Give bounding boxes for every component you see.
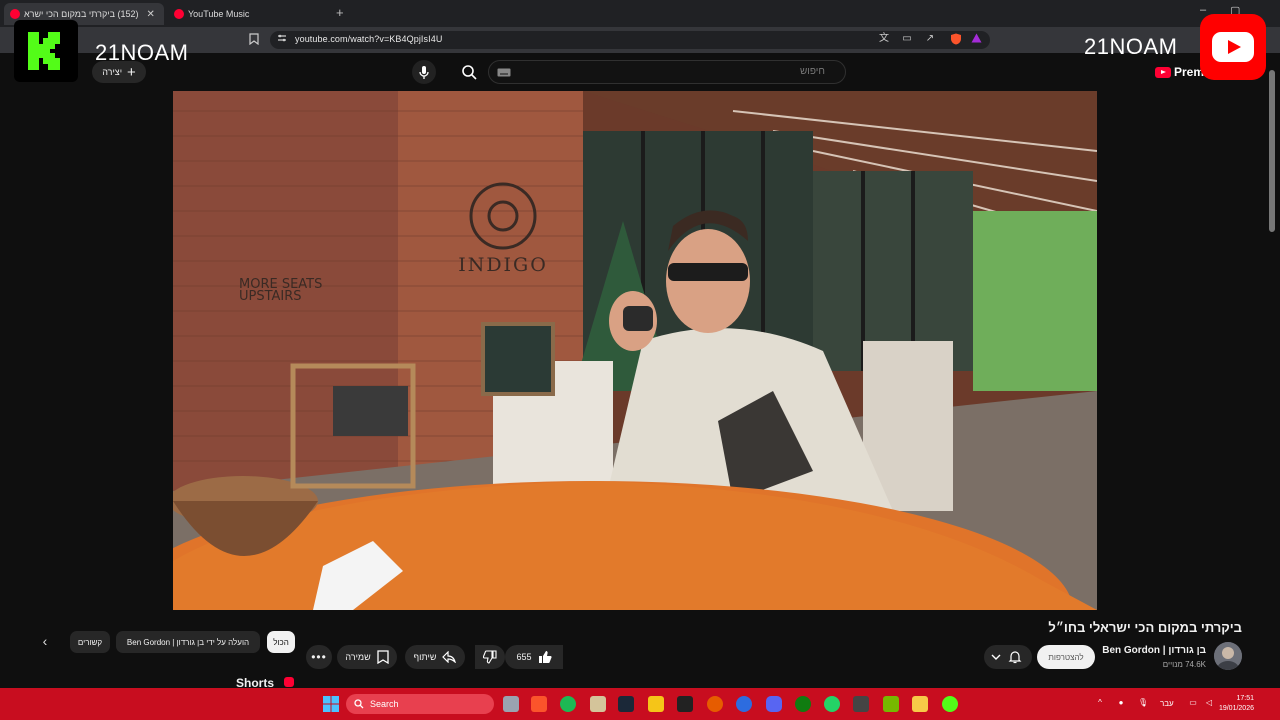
clock-time: 17:51 <box>1236 695 1254 702</box>
xbox-icon[interactable] <box>795 696 811 712</box>
rockstar-icon[interactable] <box>648 696 664 712</box>
keyboard-icon[interactable] <box>497 68 511 77</box>
discord-icon[interactable] <box>766 696 782 712</box>
tray-app-icon[interactable]: ● <box>1116 698 1126 708</box>
brave-shield-icon[interactable] <box>949 33 963 45</box>
thumbs-up-icon <box>538 651 552 663</box>
scrollbar-thumb[interactable] <box>1269 70 1275 232</box>
steam-icon[interactable] <box>618 696 634 712</box>
spotify-icon[interactable] <box>560 696 576 712</box>
whatsapp-icon[interactable] <box>824 696 840 712</box>
url-text: youtube.com/watch?v=KB4QpjIsI4U <box>295 34 443 44</box>
plus-icon: + <box>127 63 136 81</box>
share-button[interactable]: שיתוף <box>405 645 465 669</box>
app-icon[interactable] <box>590 696 606 712</box>
task-view-icon[interactable] <box>503 696 519 712</box>
more-actions-button[interactable]: ••• <box>306 645 332 669</box>
share-page-icon[interactable]: ↗ <box>924 33 936 45</box>
save-button[interactable]: שמירה <box>337 645 397 669</box>
notifications-button[interactable] <box>984 645 1032 669</box>
bookmark-icon[interactable] <box>248 33 260 46</box>
taskbar-search-label: Search <box>370 699 399 709</box>
chevron-down-icon <box>991 654 1001 660</box>
bell-icon <box>1008 651 1022 664</box>
app-icon[interactable] <box>942 696 958 712</box>
microphone-icon[interactable]: 🎙 <box>1138 698 1148 708</box>
dislike-button[interactable] <box>475 645 505 669</box>
channel-avatar[interactable] <box>1214 642 1242 670</box>
brave-icon[interactable] <box>531 696 547 712</box>
video-frame: INDIGO MORE SEATS UPSTAIRS <box>173 91 1097 610</box>
chevron-left-icon[interactable]: ‹ <box>36 633 54 653</box>
chip-all[interactable]: הכול <box>267 631 295 653</box>
video-title: ביקרתי במקום הכי ישראלי בחו״ל <box>1048 620 1242 635</box>
seats-sign-line2: UPSTAIRS <box>239 289 302 304</box>
search-button[interactable] <box>455 60 483 84</box>
youtube-logo-icon <box>1155 66 1171 78</box>
thumbs-down-icon <box>483 650 497 664</box>
search-icon <box>462 65 477 80</box>
subscribe-button[interactable]: להצטרפות <box>1037 645 1095 669</box>
tab-title: (152) ביקרתי במקום הכי ישרא <box>24 9 139 19</box>
new-tab-button[interactable]: + <box>336 5 344 20</box>
share-arrow-icon <box>442 651 457 663</box>
file-explorer-icon[interactable] <box>912 696 928 712</box>
indigo-sign-text: INDIGO <box>458 254 548 276</box>
youtube-logo-overlay <box>1200 14 1266 80</box>
clock[interactable]: 17:51 19/01/2026 <box>1219 694 1254 714</box>
app-icon[interactable] <box>736 696 752 712</box>
windows-start-icon[interactable] <box>323 696 339 717</box>
browser-tab-strip: (152) ביקרתי במקום הכי ישרא ✕ YouTube Mu… <box>0 0 1280 27</box>
taskbar-search[interactable]: Search <box>346 694 494 714</box>
minimize-icon[interactable]: – <box>1200 4 1206 16</box>
volume-icon[interactable]: ◁ <box>1204 698 1214 708</box>
network-icon[interactable]: ▭ <box>1188 698 1198 708</box>
chip-related[interactable]: קשורים <box>70 631 110 653</box>
search-input[interactable] <box>488 60 846 84</box>
chevron-up-icon[interactable]: ^ <box>1095 698 1105 708</box>
save-label: שמירה <box>345 652 371 662</box>
site-info-icon[interactable] <box>276 33 288 45</box>
epic-games-icon[interactable] <box>677 696 693 712</box>
kick-logo <box>14 20 78 82</box>
youtube-favicon-icon <box>10 9 20 19</box>
input-language[interactable]: עבר <box>1160 699 1174 708</box>
like-button[interactable]: 655 <box>505 645 563 669</box>
nvidia-icon[interactable] <box>883 696 899 712</box>
streamer-handle-right: 21NOAM <box>1084 34 1178 59</box>
app-icon[interactable] <box>853 696 869 712</box>
voice-search-button[interactable] <box>412 60 436 84</box>
translate-icon[interactable]: 文 <box>878 33 890 45</box>
brave-rewards-icon[interactable] <box>970 33 982 45</box>
video-player[interactable]: INDIGO MORE SEATS UPSTAIRS <box>173 91 1097 610</box>
microphone-icon <box>419 66 429 79</box>
tab-title: YouTube Music <box>188 9 250 19</box>
cast-icon[interactable]: ▭ <box>901 33 913 45</box>
channel-name[interactable]: בן גורדון | Ben Gordon <box>1102 645 1206 656</box>
chip-uploaded-by[interactable]: הועלה על ידי בן גורדון | Ben Gordon <box>116 631 260 653</box>
shorts-icon <box>284 677 294 687</box>
more-horizontal-icon: ••• <box>311 650 327 664</box>
app-icon[interactable] <box>707 696 723 712</box>
create-label: יצירה <box>102 67 123 77</box>
share-label: שיתוף <box>413 652 437 662</box>
search-placeholder: חיפוש <box>800 66 825 77</box>
close-tab-icon[interactable]: ✕ <box>147 9 155 20</box>
windows-taskbar <box>0 688 1280 720</box>
clock-date: 19/01/2026 <box>1218 705 1254 712</box>
search-icon <box>354 699 364 709</box>
subscriber-count: 74.6K מנויים <box>1162 660 1206 669</box>
youtube-music-favicon-icon <box>174 9 184 19</box>
save-icon <box>377 650 389 664</box>
like-count: 655 <box>516 652 532 662</box>
tab-youtube-music[interactable]: YouTube Music <box>168 3 328 25</box>
streamer-handle-left: 21NOAM <box>95 40 189 65</box>
